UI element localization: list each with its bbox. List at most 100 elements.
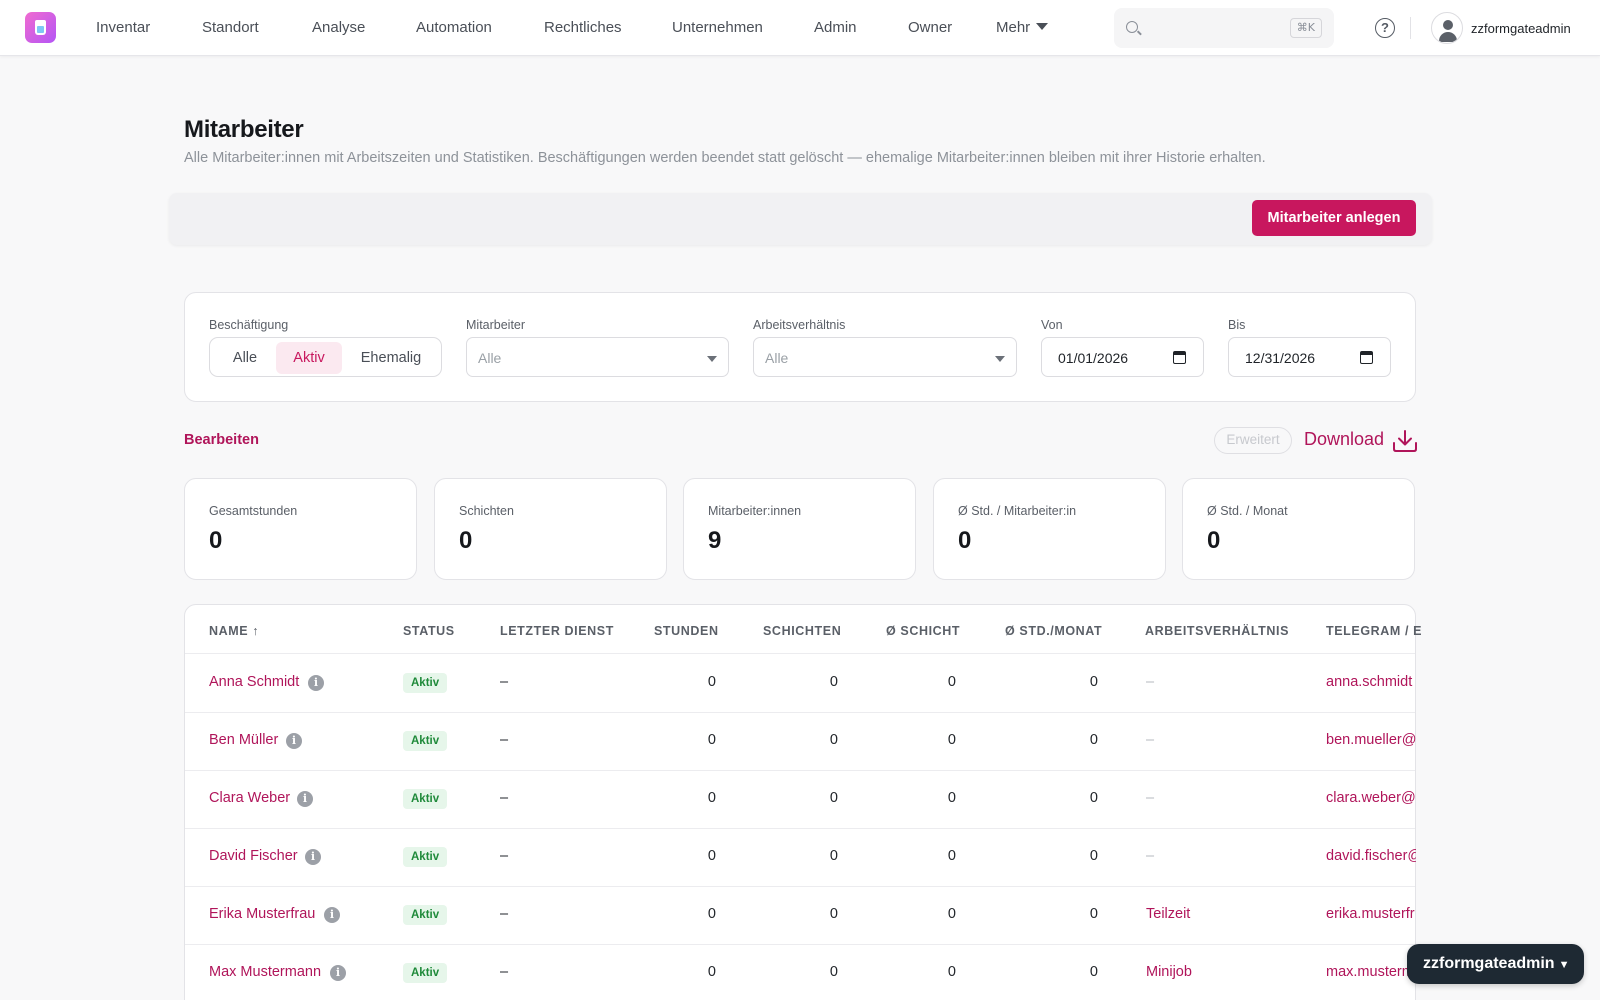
nav-item-mehr[interactable]: Mehr [996,19,1049,36]
nav-item-admin[interactable]: Admin [814,19,857,36]
info-icon[interactable]: i [305,849,321,865]
employee-name-link[interactable]: Anna Schmidt [209,674,299,690]
hours-cell: 0 [707,964,716,980]
download-link[interactable]: Download [1304,429,1384,450]
column-header-shifts[interactable]: SCHICHTEN [763,624,841,638]
from-date-value: 01/01/2026 [1058,350,1129,366]
nav-item-analyse[interactable]: Analyse [312,19,365,36]
create-employee-button[interactable]: Mitarbeiter anlegen [1252,200,1416,236]
column-header-hours[interactable]: STUNDEN [654,624,719,638]
to-date-value: 12/31/2026 [1245,350,1316,366]
floating-user-label: zzformgateadmin [1423,955,1555,972]
from-date-label: Von [1041,318,1063,332]
contract-cell: – [1146,848,1155,864]
user-icon-body [1439,32,1457,42]
shifts-cell: 0 [829,848,838,864]
contact-email-link[interactable]: anna.schmidt [1326,674,1416,690]
username-label[interactable]: zzformgateadmin [1471,21,1571,36]
avg-hours-month-cell: 0 [1089,674,1098,690]
stat-card-shifts: Schichten 0 [434,478,667,580]
employment-option-aktiv[interactable]: Aktiv [276,342,342,374]
employment-option-alle[interactable]: Alle [214,342,276,374]
stat-value: 0 [459,527,473,554]
stat-label: Gesamtstunden [209,504,298,518]
info-icon[interactable]: i [330,965,346,981]
last-shift-cell: – [500,848,509,864]
status-badge: Aktiv [403,731,448,751]
column-header-name[interactable]: NAME ↑ [209,624,259,638]
chevron-down-icon [995,356,1005,362]
row-divider [185,886,1415,887]
column-header-last-shift[interactable]: LETZTER DIENST [500,624,614,638]
info-icon[interactable]: i [324,907,340,923]
info-icon[interactable]: i [308,675,324,691]
shifts-cell: 0 [829,964,838,980]
stat-card-employees: Mitarbeiter:innen 9 [683,478,916,580]
page-subtitle: Alle Mitarbeiter:innen mit Arbeitszeiten… [184,150,1266,166]
last-shift-cell: – [500,906,509,922]
shifts-cell: 0 [829,906,838,922]
contract-cell: – [1146,674,1155,690]
employee-name-link[interactable]: David Fischer [209,848,298,864]
nav-item-owner[interactable]: Owner [908,19,952,36]
calendar-icon[interactable] [1360,351,1373,364]
employment-filter-label: Beschäftigung [209,318,289,332]
contract-select-value: Alle [765,350,789,366]
stat-label: Ø Std. / Monat [1207,504,1288,518]
hours-cell: 0 [707,848,716,864]
nav-item-automation[interactable]: Automation [416,19,492,36]
from-date-field[interactable]: 01/01/2026 [1041,337,1204,377]
cup-icon [35,20,46,35]
search-icon [1126,21,1138,33]
nav-item-inventar[interactable]: Inventar [96,19,150,36]
column-header-avg-hours-month[interactable]: Ø STD./MONAT [1005,624,1102,638]
contact-email-link[interactable]: ben.mueller@ [1326,732,1416,748]
contract-select[interactable]: Alle [753,337,1017,377]
contact-email-link[interactable]: clara.weber@ [1326,790,1416,806]
stat-card-total-hours: Gesamtstunden 0 [184,478,417,580]
nav-item-rechtliches[interactable]: Rechtliches [544,19,622,36]
employee-name-link[interactable]: Erika Musterfrau [209,906,315,922]
app-logo[interactable] [25,12,56,43]
hours-cell: 0 [707,674,716,690]
employee-name-link[interactable]: Max Mustermann [209,964,321,980]
avg-shift-cell: 0 [947,906,956,922]
employment-segmented-control: Alle Aktiv Ehemalig [209,337,442,377]
column-header-contract[interactable]: ARBEITSVERHÄLTNIS [1145,624,1289,638]
help-icon[interactable]: ? [1375,18,1395,38]
contact-email-link[interactable]: erika.musterfr [1326,906,1416,922]
employment-option-ehemalig[interactable]: Ehemalig [344,342,438,374]
contract-filter-label: Arbeitsverhältnis [753,318,846,332]
info-icon[interactable]: i [297,791,313,807]
calendar-icon[interactable] [1173,351,1186,364]
last-shift-cell: – [500,964,509,980]
contact-email-link[interactable]: max.musterm [1326,964,1416,980]
avatar[interactable] [1431,12,1463,44]
search-input[interactable]: ⌘K [1114,8,1334,48]
chevron-down-icon [707,356,717,362]
to-date-field[interactable]: 12/31/2026 [1228,337,1391,377]
contact-email-link[interactable]: david.fischer@ [1326,848,1416,864]
contract-cell: – [1146,732,1155,748]
advanced-toggle[interactable]: Erweitert [1214,427,1292,454]
stat-value: 9 [708,527,722,554]
nav-item-standort[interactable]: Standort [202,19,259,36]
employee-name-link[interactable]: Clara Weber [209,790,290,806]
download-icon[interactable] [1392,429,1418,453]
hours-cell: 0 [707,732,716,748]
employee-name-link[interactable]: Ben Müller [209,732,278,748]
status-badge: Aktiv [403,905,448,925]
column-header-avg-shift[interactable]: Ø SCHICHT [886,624,960,638]
stat-label: Ø Std. / Mitarbeiter:in [958,504,1077,518]
employee-select[interactable]: Alle [466,337,729,377]
column-header-telegram-email[interactable]: TELEGRAM / E [1326,624,1422,638]
nav-item-unternehmen[interactable]: Unternehmen [672,19,763,36]
contract-cell[interactable]: Teilzeit [1146,906,1190,922]
column-header-status[interactable]: STATUS [403,624,455,638]
contract-cell[interactable]: Minijob [1146,964,1192,980]
shifts-cell: 0 [829,732,838,748]
row-divider [185,770,1415,771]
floating-user-menu[interactable]: zzformgateadmin ▼ [1407,944,1584,984]
info-icon[interactable]: i [286,733,302,749]
edit-link[interactable]: Bearbeiten [184,432,259,448]
